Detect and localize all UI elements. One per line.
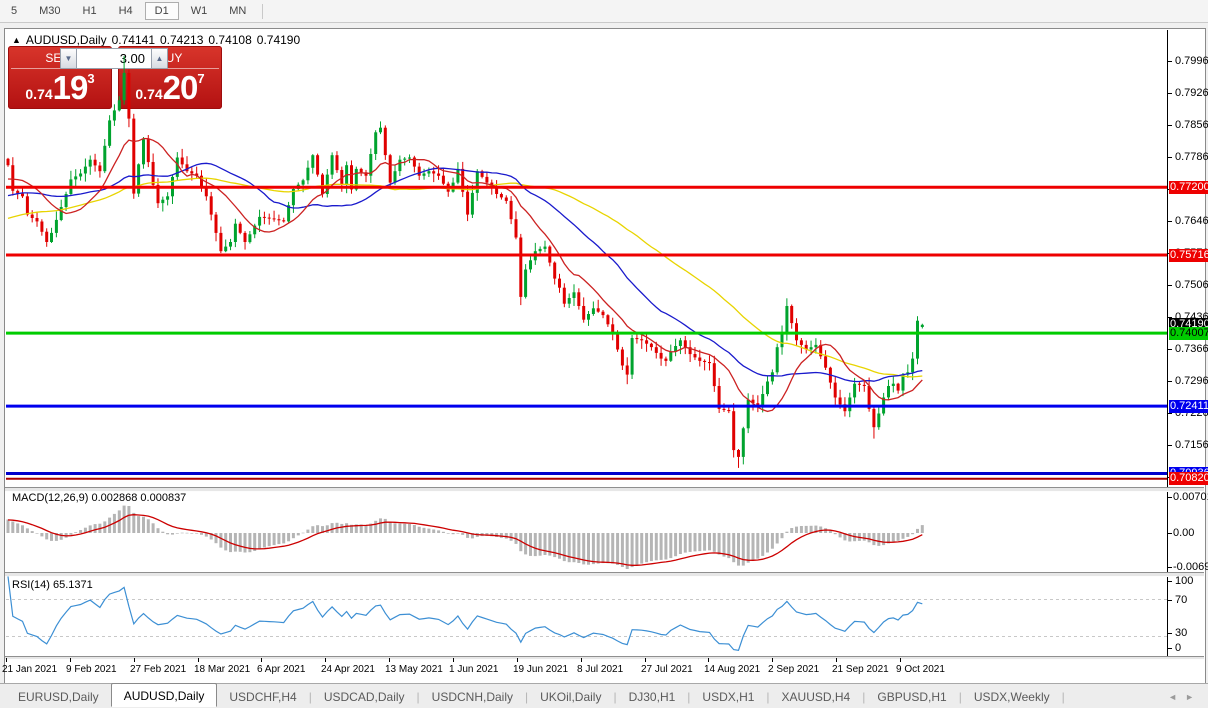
price-axis-label: 0.79960: [1175, 55, 1208, 67]
date-axis-tick: [453, 658, 454, 662]
date-axis-tick: [708, 658, 709, 662]
price-badge-0.72411: 0.72411: [1169, 400, 1208, 413]
date-axis-tick: [134, 658, 135, 662]
date-axis-label: 27 Jul 2021: [641, 664, 693, 675]
rsi-axis-tick: [1168, 581, 1172, 582]
date-axis-tick: [261, 658, 262, 662]
price-axis-tick: [1168, 445, 1172, 446]
price-badge-0.77200: 0.77200: [1169, 181, 1208, 194]
timeframe-button-d1[interactable]: D1: [145, 2, 179, 20]
date-axis-label: 21 Sep 2021: [832, 664, 889, 675]
macd-axis-tick: [1168, 567, 1172, 568]
date-axis-tick: [772, 658, 773, 662]
date-axis-tick: [6, 658, 7, 662]
tabs-scroll-right-icon[interactable]: ►: [1185, 692, 1194, 702]
tab-eurusd-daily[interactable]: EURUSD,Daily: [6, 687, 111, 707]
price-axis-tick: [1168, 157, 1172, 158]
price-axis-label: 0.77860: [1175, 151, 1208, 163]
date-axis-tick: [325, 658, 326, 662]
price-axis-label: 0.72960: [1175, 375, 1208, 387]
date-axis-label: 6 Apr 2021: [257, 664, 305, 675]
date-axis-label: 8 Jul 2021: [577, 664, 623, 675]
price-axis-label: 0.79260: [1175, 87, 1208, 99]
tab-usdcad-daily[interactable]: USDCAD,Daily: [312, 687, 417, 707]
price-axis-label: 0.71560: [1175, 439, 1208, 451]
date-axis-tick: [517, 658, 518, 662]
date-axis-tick: [389, 658, 390, 662]
tab-ukoil-daily[interactable]: UKOil,Daily: [528, 687, 613, 707]
date-axis-tick: [645, 658, 646, 662]
rsi-axis-label: 0: [1175, 642, 1181, 654]
price-axis-label: 0.75060: [1175, 279, 1208, 291]
timeframe-button-mn[interactable]: MN: [219, 2, 256, 20]
tab-separator: |: [1062, 690, 1065, 704]
tab-xauusd-h4[interactable]: XAUUSD,H4: [770, 687, 863, 707]
price-axis-label: 0.78560: [1175, 119, 1208, 131]
macd-axis-label: 0.00: [1173, 527, 1194, 539]
rsi-axis-tick: [1168, 600, 1172, 601]
rsi-axis-tick: [1168, 633, 1172, 634]
timeframe-button-5[interactable]: 5: [1, 2, 27, 20]
rsi-axis-label: 70: [1175, 594, 1187, 606]
timeframe-button-w1[interactable]: W1: [181, 2, 218, 20]
date-axis-tick: [198, 658, 199, 662]
price-axis-tick: [1168, 125, 1172, 126]
price-axis-tick: [1168, 93, 1172, 94]
date-axis-tick: [581, 658, 582, 662]
date-axis-label: 14 Aug 2021: [704, 664, 760, 675]
date-axis-label: 9 Feb 2021: [66, 664, 117, 675]
tab-usdx-weekly[interactable]: USDX,Weekly: [962, 687, 1062, 707]
price-axis-tick: [1168, 61, 1172, 62]
rsi-axis-tick: [1168, 648, 1172, 649]
date-axis-tick: [70, 658, 71, 662]
macd-axis-label: 0.007015: [1173, 491, 1208, 503]
price-badge-0.70820: 0.70820: [1169, 472, 1208, 485]
date-axis-label: 27 Feb 2021: [130, 664, 186, 675]
tab-dj30-h1[interactable]: DJ30,H1: [617, 687, 688, 707]
date-axis-label: 1 Jun 2021: [449, 664, 499, 675]
price-badge-0.74007: 0.74007: [1169, 327, 1208, 340]
price-axis-label: 0.76460: [1175, 215, 1208, 227]
timeframe-button-h1[interactable]: H1: [73, 2, 107, 20]
date-axis-label: 13 May 2021: [385, 664, 443, 675]
date-axis-tick: [836, 658, 837, 662]
timeframe-toolbar: 5M30H1H4D1W1MN: [0, 0, 1208, 23]
timeframe-button-m30[interactable]: M30: [29, 2, 70, 20]
macd-axis-label: -0.006923: [1173, 561, 1208, 573]
chart-tab-bar: EURUSD,DailyAUDUSD,DailyUSDCHF,H4 | USDCAD…: [0, 683, 1208, 708]
price-axis-tick: [1168, 221, 1172, 222]
date-axis-label: 18 Mar 2021: [194, 664, 250, 675]
rsi-axis-label: 100: [1175, 575, 1193, 587]
date-axis-label: 24 Apr 2021: [321, 664, 375, 675]
macd-axis-tick: [1168, 533, 1172, 534]
tab-audusd-daily[interactable]: AUDUSD,Daily: [111, 683, 218, 707]
tab-usdx-h1[interactable]: USDX,H1: [690, 687, 766, 707]
tabs-scroll-left-icon[interactable]: ◄: [1168, 692, 1177, 702]
price-axis-tick: [1168, 413, 1172, 414]
macd-axis-tick: [1168, 497, 1172, 498]
price-axis-tick: [1168, 349, 1172, 350]
price-axis-tick: [1168, 285, 1172, 286]
main-price-chart[interactable]: [6, 30, 1167, 487]
timeframe-button-h4[interactable]: H4: [109, 2, 143, 20]
rsi-pane[interactable]: [6, 576, 1167, 657]
date-axis-label: 9 Oct 2021: [896, 664, 945, 675]
tab-gbpusd-h1[interactable]: GBPUSD,H1: [865, 687, 958, 707]
date-axis-label: 2 Sep 2021: [768, 664, 819, 675]
tab-scroll-arrows: ◄►: [1168, 692, 1194, 702]
price-axis-tick: [1168, 381, 1172, 382]
tab-usdcnh-daily[interactable]: USDCNH,Daily: [420, 687, 525, 707]
price-badge-0.75716: 0.75716: [1169, 249, 1208, 262]
tab-usdchf-h4[interactable]: USDCHF,H4: [217, 687, 308, 707]
toolbar-separator: [262, 4, 263, 19]
rsi-axis-label: 30: [1175, 627, 1187, 639]
macd-pane[interactable]: [6, 490, 1167, 572]
date-axis-label: 19 Jun 2021: [513, 664, 568, 675]
date-axis-tick: [900, 658, 901, 662]
date-axis-label: 21 Jan 2021: [2, 664, 57, 675]
price-axis-label: 0.73660: [1175, 343, 1208, 355]
